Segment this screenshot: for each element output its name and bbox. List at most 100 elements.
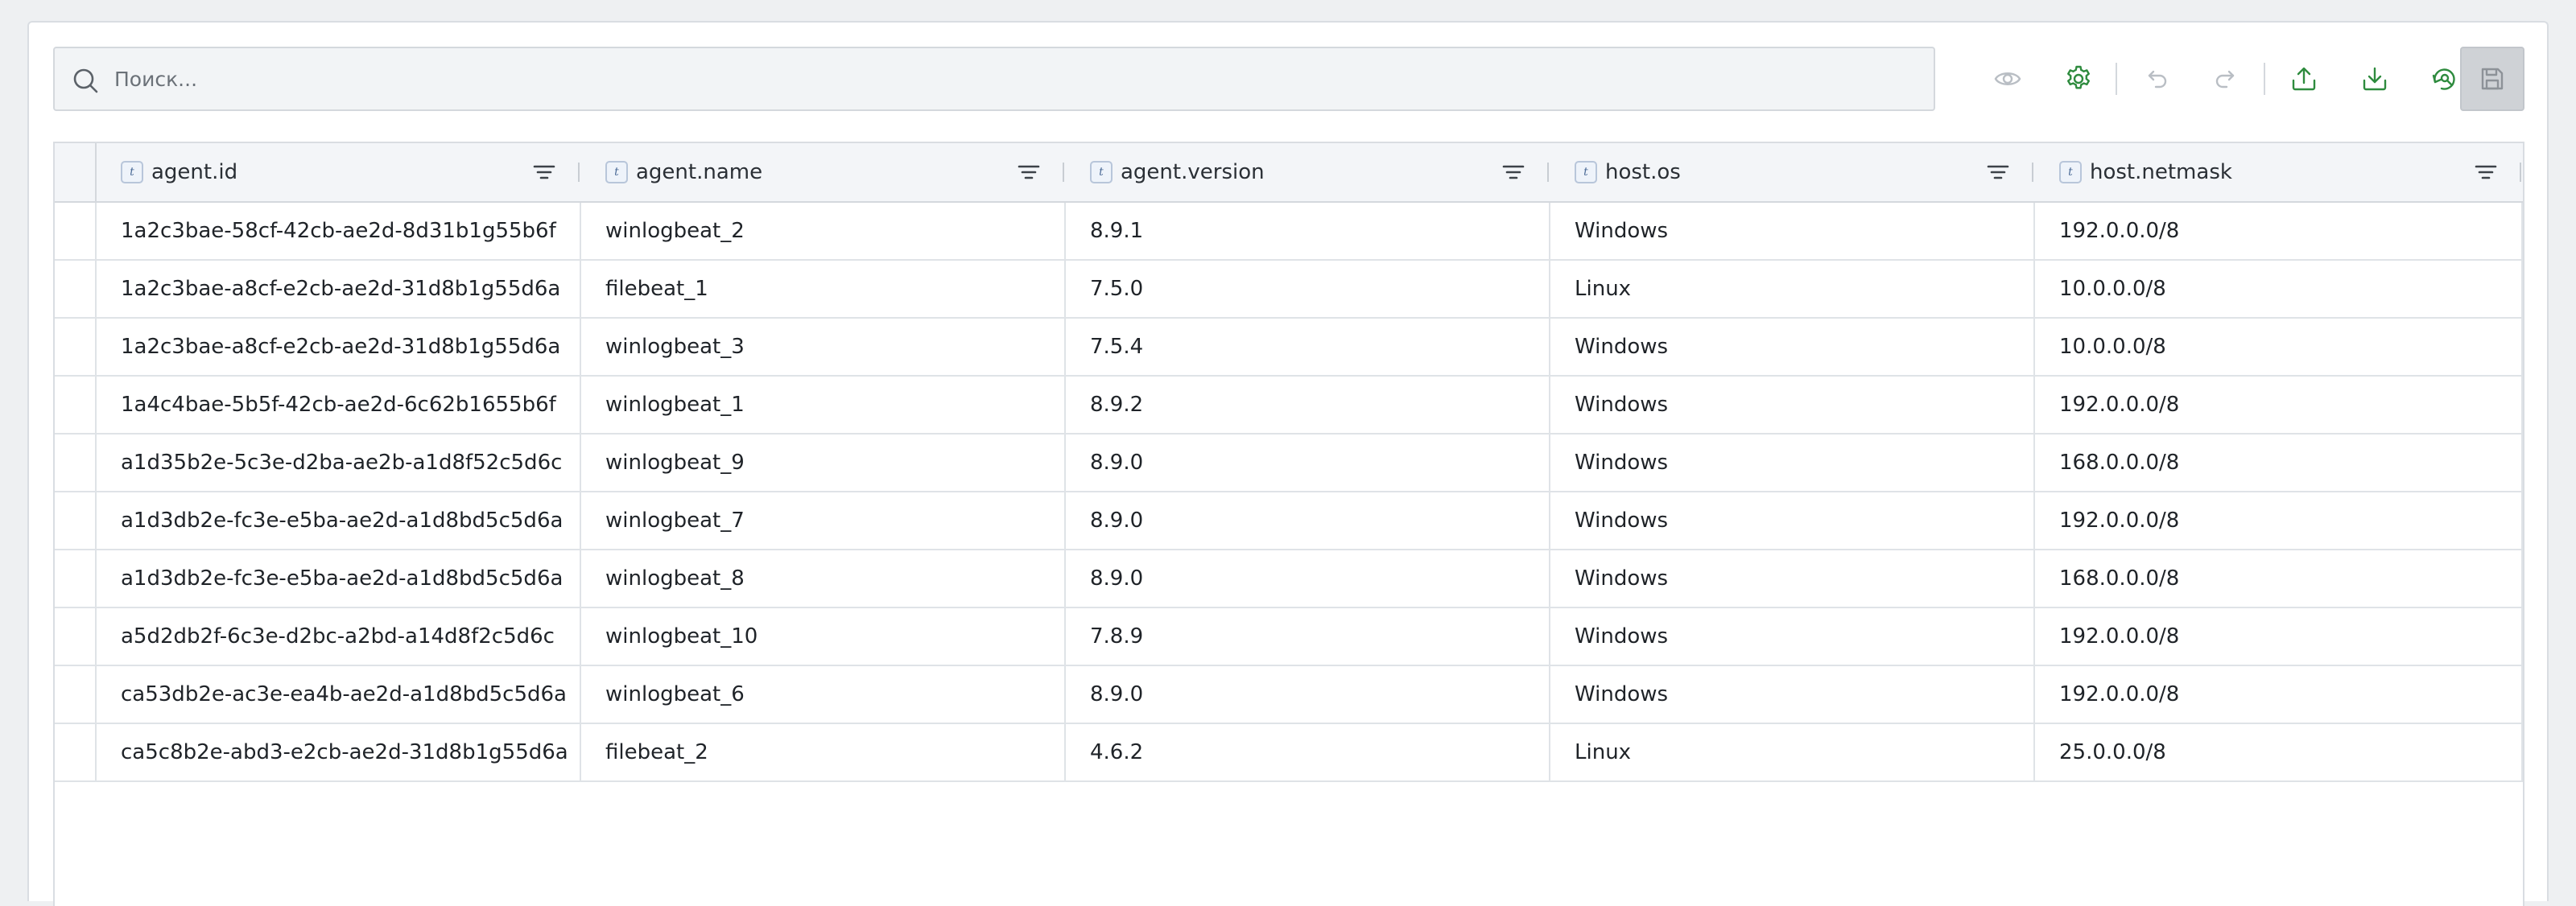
cell-host-netmask[interactable]: 168.0.0.0/8 (2035, 550, 2523, 607)
table-row[interactable]: 1a2c3bae-a8cf-e2cb-ae2d-31d8b1g55d6a file… (55, 261, 2523, 319)
cell-agent-name[interactable]: filebeat_2 (581, 724, 1066, 780)
table-row[interactable]: a1d3db2e-fc3e-e5ba-ae2d-a1d8bd5c5d6a winl… (55, 492, 2523, 550)
cell-host-os[interactable]: Windows (1550, 319, 2035, 375)
row-selector[interactable] (55, 550, 97, 607)
row-selector[interactable] (55, 608, 97, 665)
column-resize-handle[interactable] (1063, 163, 1064, 182)
table-row[interactable]: 1a2c3bae-58cf-42cb-ae2d-8d31b1g55b6f winl… (55, 203, 2523, 261)
cell-agent-name[interactable]: winlogbeat_3 (581, 319, 1066, 375)
table-row[interactable]: a1d3db2e-fc3e-e5ba-ae2d-a1d8bd5c5d6a winl… (55, 550, 2523, 608)
cell-agent-id[interactable]: a1d35b2e-5c3e-d2ba-ae2b-a1d8f52c5d6c (97, 434, 581, 491)
column-header-host-netmask[interactable]: t host.netmask (2035, 143, 2523, 201)
table-row[interactable]: 1a4c4bae-5b5f-42cb-ae2d-6c62b1655b6f winl… (55, 377, 2523, 434)
column-resize-handle[interactable] (1547, 163, 1549, 182)
cell-agent-version[interactable]: 4.6.2 (1066, 724, 1550, 780)
toolbar-separator (2116, 63, 2117, 95)
row-selector[interactable] (55, 261, 97, 317)
cell-agent-version[interactable]: 8.9.2 (1066, 377, 1550, 433)
cell-agent-id[interactable]: 1a2c3bae-a8cf-e2cb-ae2d-31d8b1g55d6a (97, 319, 581, 375)
cell-host-netmask[interactable]: 192.0.0.0/8 (2035, 608, 2523, 665)
cell-agent-version[interactable]: 8.9.0 (1066, 434, 1550, 491)
filter-icon[interactable] (1016, 159, 1042, 185)
cell-agent-version[interactable]: 8.9.0 (1066, 492, 1550, 549)
cell-host-netmask[interactable]: 192.0.0.0/8 (2035, 203, 2523, 259)
column-header-agent-name[interactable]: t agent.name (581, 143, 1066, 201)
save-button[interactable] (2460, 47, 2524, 111)
table-row[interactable]: a1d35b2e-5c3e-d2ba-ae2b-a1d8f52c5d6c winl… (55, 434, 2523, 492)
column-header-label: agent.id (151, 160, 238, 184)
table-row[interactable]: ca5c8b2e-abd3-e2cb-ae2d-31d8b1g55d6a file… (55, 724, 2523, 782)
text-type-icon: t (121, 161, 143, 183)
upload-button[interactable] (2272, 47, 2336, 111)
filter-icon[interactable] (2473, 159, 2499, 185)
row-selector[interactable] (55, 724, 97, 780)
cell-host-netmask[interactable]: 25.0.0.0/8 (2035, 724, 2523, 780)
cell-host-netmask[interactable]: 192.0.0.0/8 (2035, 492, 2523, 549)
settings-button[interactable] (2046, 47, 2111, 111)
cell-agent-id[interactable]: a1d3db2e-fc3e-e5ba-ae2d-a1d8bd5c5d6a (97, 550, 581, 607)
cell-agent-name[interactable]: winlogbeat_8 (581, 550, 1066, 607)
cell-host-os[interactable]: Linux (1550, 724, 2035, 780)
cell-agent-name[interactable]: winlogbeat_7 (581, 492, 1066, 549)
download-button[interactable] (2343, 47, 2407, 111)
cell-agent-id[interactable]: 1a2c3bae-58cf-42cb-ae2d-8d31b1g55b6f (97, 203, 581, 259)
row-selector[interactable] (55, 377, 97, 433)
column-header-agent-id[interactable]: t agent.id (97, 143, 581, 201)
filter-icon[interactable] (531, 159, 557, 185)
cell-host-os[interactable]: Linux (1550, 261, 2035, 317)
refresh-search-icon (2432, 68, 2455, 90)
cell-agent-name[interactable]: winlogbeat_1 (581, 377, 1066, 433)
cell-host-netmask[interactable]: 10.0.0.0/8 (2035, 261, 2523, 317)
cell-host-os[interactable]: Windows (1550, 492, 2035, 549)
row-selector[interactable] (55, 434, 97, 491)
search-box[interactable] (53, 47, 1935, 111)
cell-agent-version[interactable]: 7.8.9 (1066, 608, 1550, 665)
redo-button[interactable] (2194, 47, 2259, 111)
cell-agent-name[interactable]: filebeat_1 (581, 261, 1066, 317)
cell-agent-id[interactable]: a1d3db2e-fc3e-e5ba-ae2d-a1d8bd5c5d6a (97, 492, 581, 549)
cell-agent-version[interactable]: 8.9.0 (1066, 550, 1550, 607)
cell-host-netmask[interactable]: 192.0.0.0/8 (2035, 666, 2523, 723)
row-selector[interactable] (55, 203, 97, 259)
visibility-button[interactable] (1975, 47, 2040, 111)
cell-agent-version[interactable]: 7.5.4 (1066, 319, 1550, 375)
cell-agent-name[interactable]: winlogbeat_9 (581, 434, 1066, 491)
grid-header: t agent.id t agent.name t agent.version t host.… (55, 143, 2523, 203)
table-row[interactable]: ca53db2e-ac3e-ea4b-ae2d-a1d8bd5c5d6a winl… (55, 666, 2523, 724)
row-selector[interactable] (55, 666, 97, 723)
cell-host-os[interactable]: Windows (1550, 377, 2035, 433)
cell-host-netmask[interactable]: 168.0.0.0/8 (2035, 434, 2523, 491)
table-row[interactable]: a5d2db2f-6c3e-d2bc-a2bd-a14d8f2c5d6c winl… (55, 608, 2523, 666)
cell-agent-name[interactable]: winlogbeat_10 (581, 608, 1066, 665)
cell-host-netmask[interactable]: 10.0.0.0/8 (2035, 319, 2523, 375)
search-input[interactable] (114, 48, 1918, 109)
cell-agent-version[interactable]: 8.9.0 (1066, 666, 1550, 723)
table-row[interactable]: 1a2c3bae-a8cf-e2cb-ae2d-31d8b1g55d6a winl… (55, 319, 2523, 377)
column-resize-handle[interactable] (2520, 163, 2521, 182)
row-selector[interactable] (55, 319, 97, 375)
cell-agent-id[interactable]: ca53db2e-ac3e-ea4b-ae2d-a1d8bd5c5d6a (97, 666, 581, 723)
cell-host-os[interactable]: Windows (1550, 666, 2035, 723)
column-resize-handle[interactable] (578, 163, 580, 182)
column-header-agent-version[interactable]: t agent.version (1066, 143, 1550, 201)
column-header-host-os[interactable]: t host.os (1550, 143, 2035, 201)
row-selector[interactable] (55, 492, 97, 549)
cell-agent-id[interactable]: 1a2c3bae-a8cf-e2cb-ae2d-31d8b1g55d6a (97, 261, 581, 317)
undo-button[interactable] (2124, 47, 2188, 111)
cell-host-os[interactable]: Windows (1550, 203, 2035, 259)
cell-host-os[interactable]: Windows (1550, 550, 2035, 607)
cell-agent-version[interactable]: 7.5.0 (1066, 261, 1550, 317)
filter-icon[interactable] (1985, 159, 2011, 185)
column-resize-handle[interactable] (2032, 163, 2033, 182)
row-selector-header[interactable] (55, 143, 97, 201)
cell-agent-name[interactable]: winlogbeat_6 (581, 666, 1066, 723)
cell-agent-name[interactable]: winlogbeat_2 (581, 203, 1066, 259)
cell-agent-id[interactable]: a5d2db2f-6c3e-d2bc-a2bd-a14d8f2c5d6c (97, 608, 581, 665)
cell-host-os[interactable]: Windows (1550, 434, 2035, 491)
filter-icon[interactable] (1501, 159, 1526, 185)
cell-agent-id[interactable]: 1a4c4bae-5b5f-42cb-ae2d-6c62b1655b6f (97, 377, 581, 433)
cell-host-os[interactable]: Windows (1550, 608, 2035, 665)
cell-agent-id[interactable]: ca5c8b2e-abd3-e2cb-ae2d-31d8b1g55d6a (97, 724, 581, 780)
cell-host-netmask[interactable]: 192.0.0.0/8 (2035, 377, 2523, 433)
cell-agent-version[interactable]: 8.9.1 (1066, 203, 1550, 259)
